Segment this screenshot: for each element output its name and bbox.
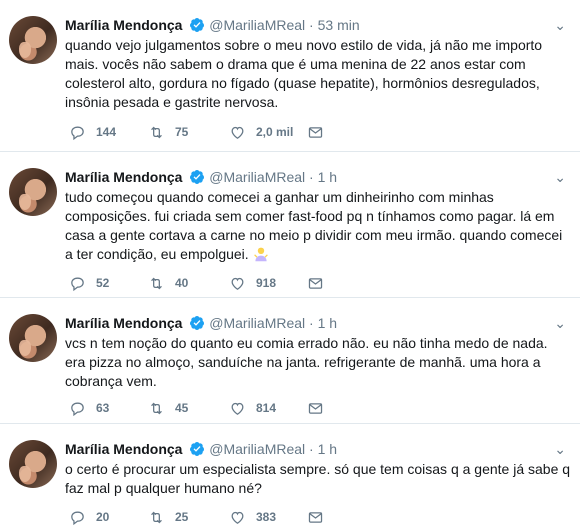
tweet-text: quando vejo julgamentos sobre o meu novo…: [65, 37, 543, 110]
author-handle[interactable]: @MariliaMReal: [209, 17, 305, 33]
author-handle[interactable]: @MariliaMReal: [209, 441, 305, 457]
retweet-button[interactable]: 75: [148, 123, 188, 141]
tweet[interactable]: Marília Mendonça @MariliaMReal · 1 h ⌄ t…: [0, 152, 580, 298]
tweet-text: o certo é procurar um especialista sempr…: [65, 461, 571, 496]
reply-icon: [71, 511, 84, 525]
direct-message-icon: [308, 126, 323, 138]
author-name[interactable]: Marília Mendonça: [65, 441, 182, 457]
tweet-actions: 63 45 814: [65, 399, 365, 417]
like-icon: [231, 402, 244, 415]
like-count: 2,0 mil: [256, 125, 294, 139]
verified-badge-icon: [190, 170, 205, 184]
retweet-button[interactable]: 25: [148, 508, 188, 526]
like-icon: [231, 511, 244, 524]
retweet-icon: [151, 126, 162, 138]
reply-button[interactable]: 20: [69, 508, 109, 526]
like-icon: [231, 126, 244, 139]
tweet-actions: 144 75 2,0 mil: [65, 123, 365, 141]
person-shrugging-emoji: [253, 247, 268, 262]
avatar[interactable]: [9, 440, 57, 488]
chevron-down-icon[interactable]: ⌄: [554, 15, 566, 35]
retweet-button[interactable]: 40: [148, 274, 188, 292]
verified-badge-icon: [190, 442, 205, 456]
reply-count: 144: [96, 125, 117, 139]
retweet-icon: [151, 511, 162, 523]
separator-dot: ·: [309, 315, 314, 331]
avatar[interactable]: [9, 168, 57, 216]
author-handle[interactable]: @MariliaMReal: [209, 169, 305, 185]
chevron-down-icon[interactable]: ⌄: [554, 167, 566, 187]
separator-dot: ·: [309, 441, 314, 457]
like-count: 918: [256, 276, 277, 290]
retweet-count: 40: [175, 276, 189, 290]
like-button[interactable]: 918: [229, 274, 276, 292]
tweet-text: tudo começou quando comecei a ganhar um …: [65, 188, 571, 264]
chevron-down-icon[interactable]: ⌄: [554, 313, 566, 333]
tweet-timestamp[interactable]: 1 h: [318, 441, 337, 457]
direct-message-button[interactable]: [307, 399, 334, 417]
avatar[interactable]: [9, 16, 57, 64]
reply-icon: [71, 277, 84, 291]
retweet-count: 25: [175, 510, 189, 524]
verified-badge-icon: [190, 18, 205, 32]
author-name[interactable]: Marília Mendonça: [65, 169, 182, 185]
reply-button[interactable]: 144: [69, 123, 116, 141]
tweet-header: Marília Mendonça @MariliaMReal · 1 h ⌄: [65, 439, 570, 459]
direct-message-icon: [308, 277, 323, 289]
tweet[interactable]: Marília Mendonça @MariliaMReal · 53 min …: [0, 0, 580, 152]
like-button[interactable]: 814: [229, 399, 276, 417]
timeline: Marília Mendonça @MariliaMReal · 53 min …: [0, 0, 584, 530]
tweet-text-content: tudo começou quando comecei a ganhar um …: [65, 189, 563, 262]
author-name[interactable]: Marília Mendonça: [65, 17, 182, 33]
like-count: 383: [256, 510, 277, 524]
reply-icon: [71, 402, 84, 416]
tweet-timestamp[interactable]: 1 h: [318, 169, 337, 185]
author-handle[interactable]: @MariliaMReal: [209, 315, 305, 331]
direct-message-button[interactable]: [307, 274, 334, 292]
tweet-timestamp[interactable]: 1 h: [318, 315, 337, 331]
direct-message-button[interactable]: [307, 123, 334, 141]
reply-icon: [71, 126, 84, 140]
direct-message-icon: [308, 402, 323, 414]
like-count: 814: [256, 401, 277, 415]
tweet-header: Marília Mendonça @MariliaMReal · 53 min …: [65, 15, 570, 35]
direct-message-button[interactable]: [307, 508, 334, 526]
tweet-header: Marília Mendonça @MariliaMReal · 1 h ⌄: [65, 313, 570, 333]
reply-button[interactable]: 63: [69, 399, 109, 417]
retweet-count: 75: [175, 125, 189, 139]
separator-dot: ·: [309, 17, 314, 33]
avatar[interactable]: [9, 314, 57, 362]
like-icon: [231, 277, 244, 290]
retweet-button[interactable]: 45: [148, 399, 188, 417]
reply-count: 63: [96, 401, 110, 415]
tweet-timestamp[interactable]: 53 min: [318, 17, 360, 33]
retweet-count: 45: [175, 401, 189, 415]
tweet[interactable]: Marília Mendonça @MariliaMReal · 1 h ⌄ o…: [0, 424, 580, 530]
reply-count: 20: [96, 510, 110, 524]
like-button[interactable]: 2,0 mil: [229, 123, 293, 141]
separator-dot: ·: [309, 169, 314, 185]
author-name[interactable]: Marília Mendonça: [65, 315, 182, 331]
chevron-down-icon[interactable]: ⌄: [554, 439, 566, 459]
reply-button[interactable]: 52: [69, 274, 109, 292]
tweet[interactable]: Marília Mendonça @MariliaMReal · 1 h ⌄ v…: [0, 298, 580, 424]
like-button[interactable]: 383: [229, 508, 276, 526]
tweet-header: Marília Mendonça @MariliaMReal · 1 h ⌄: [65, 167, 570, 187]
retweet-icon: [151, 277, 162, 289]
verified-badge-icon: [190, 316, 205, 330]
tweet-actions: 52 40 918: [65, 274, 365, 292]
reply-count: 52: [96, 276, 110, 290]
direct-message-icon: [308, 511, 323, 523]
retweet-icon: [151, 402, 162, 414]
tweet-text: vcs n tem noção do quanto eu comia errad…: [65, 335, 548, 389]
tweet-actions: 20 25 383: [65, 508, 365, 526]
